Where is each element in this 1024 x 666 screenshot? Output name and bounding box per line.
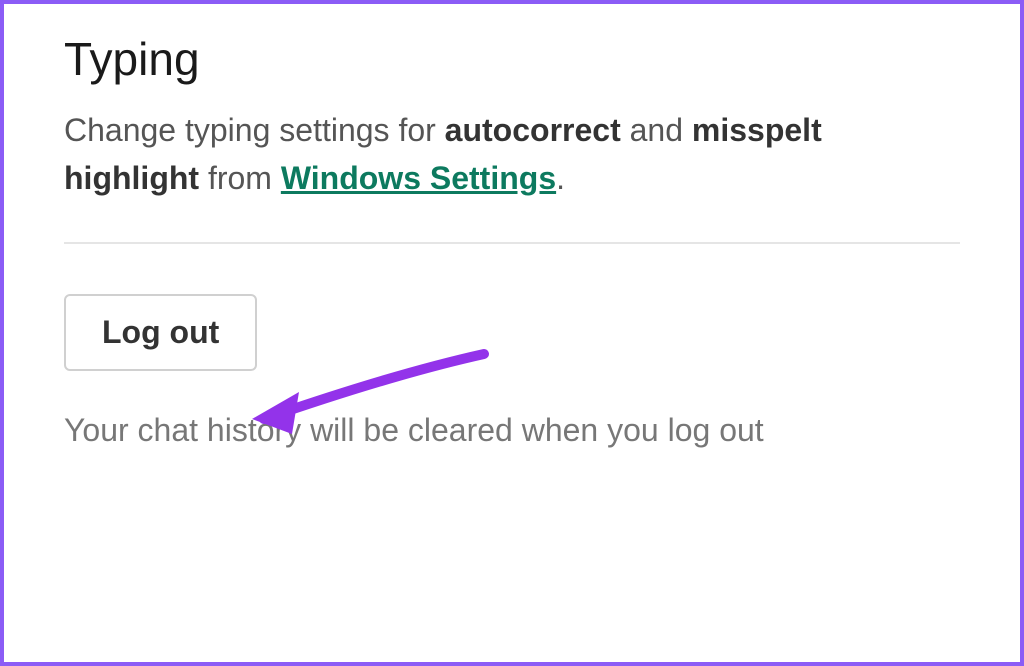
typing-description: Change typing settings for autocorrect a… [64,106,960,202]
typing-title: Typing [64,32,960,86]
section-divider [64,242,960,244]
desc-bold-autocorrect: autocorrect [445,112,621,148]
settings-panel: Typing Change typing settings for autoco… [0,0,1024,666]
desc-text-4: . [556,160,565,196]
logout-button[interactable]: Log out [64,294,257,371]
desc-text-3: from [199,160,281,196]
windows-settings-link[interactable]: Windows Settings [281,160,556,196]
desc-text-2: and [621,112,692,148]
logout-section: Log out Your chat history will be cleare… [64,294,960,454]
logout-note: Your chat history will be cleared when y… [64,406,934,454]
desc-text-1: Change typing settings for [64,112,445,148]
